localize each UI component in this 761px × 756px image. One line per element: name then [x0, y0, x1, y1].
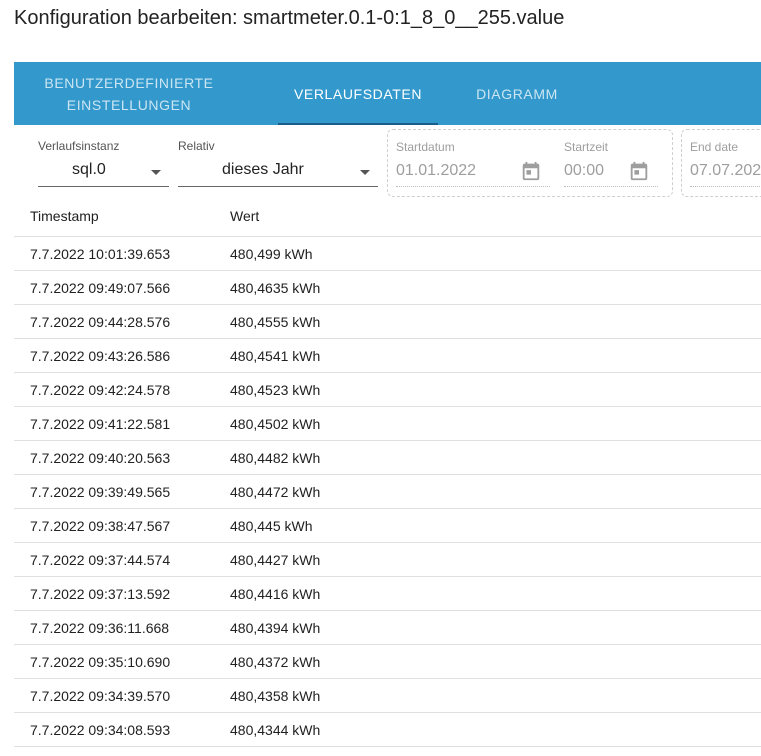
- calendar-icon[interactable]: [628, 160, 650, 182]
- timestamp-cell: 7.7.2022 09:44:28.576: [30, 314, 171, 330]
- column-header-timestamp[interactable]: Timestamp: [30, 208, 99, 224]
- tab-custom-settings-label: Benutzerdefinierte Einstellungen: [44, 74, 214, 113]
- table-header: Timestamp Wert: [14, 200, 761, 237]
- value-cell: 480,445 kWh: [230, 518, 313, 534]
- timestamp-cell: 7.7.2022 09:39:49.565: [30, 484, 171, 500]
- calendar-icon[interactable]: [520, 160, 542, 182]
- chevron-down-icon: [360, 170, 370, 175]
- relative-value: dieses Jahr: [222, 161, 304, 178]
- field-underline: [38, 186, 169, 187]
- value-cell: 480,4555 kWh: [230, 314, 321, 330]
- tab-history-data-label: Verlaufsdaten: [293, 85, 423, 102]
- start-date-input[interactable]: 01.01.2022: [396, 162, 476, 180]
- start-time-input[interactable]: 00:00: [564, 162, 604, 180]
- value-cell: 480,4427 kWh: [230, 552, 321, 568]
- value-cell: 480,4372 kWh: [230, 654, 321, 670]
- value-cell: 480,4472 kWh: [230, 484, 321, 500]
- value-cell: 480,499 kWh: [230, 246, 313, 262]
- table-row[interactable]: 7.7.2022 09:39:49.565 480,4472 kWh: [14, 475, 761, 509]
- value-cell: 480,4358 kWh: [230, 688, 321, 704]
- table-row[interactable]: 7.7.2022 09:41:22.581 480,4502 kWh: [14, 407, 761, 441]
- timestamp-cell: 7.7.2022 09:49:07.566: [30, 280, 171, 296]
- history-table: Timestamp Wert 7.7.2022 10:01:39.653 480,…: [14, 200, 761, 747]
- value-cell: 480,4394 kWh: [230, 620, 321, 636]
- end-date-input[interactable]: 07.07.2022: [690, 162, 761, 180]
- table-body: 7.7.2022 10:01:39.653 480,499 kWh 7.7.2022…: [14, 237, 761, 747]
- end-date-underline: [690, 186, 761, 188]
- start-time-underline: [564, 186, 658, 188]
- timestamp-cell: 7.7.2022 09:38:47.567: [30, 518, 171, 534]
- value-cell: 480,4541 kWh: [230, 348, 321, 364]
- timestamp-cell: 7.7.2022 09:36:11.668: [30, 620, 170, 636]
- timestamp-cell: 7.7.2022 09:43:26.586: [30, 348, 171, 364]
- history-controls: Verlaufsinstanz sql.0 Relativ dieses Jah…: [14, 125, 761, 200]
- value-cell: 480,4344 kWh: [230, 722, 321, 738]
- table-row[interactable]: 7.7.2022 09:34:39.570 480,4358 kWh: [14, 679, 761, 713]
- timestamp-cell: 7.7.2022 09:42:24.578: [30, 382, 171, 398]
- timestamp-cell: 7.7.2022 09:34:39.570: [30, 688, 171, 704]
- tab-custom-settings[interactable]: Benutzerdefinierte Einstellungen: [44, 62, 213, 125]
- tab-history-data[interactable]: Verlaufsdaten: [278, 62, 438, 125]
- table-row[interactable]: 7.7.2022 09:43:26.586 480,4541 kWh: [14, 339, 761, 373]
- field-underline: [178, 186, 378, 187]
- history-instance-label: Verlaufsinstanz: [38, 139, 120, 153]
- value-cell: 480,4635 kWh: [230, 280, 321, 296]
- relative-select[interactable]: Relativ dieses Jahr: [178, 125, 378, 200]
- tab-diagram[interactable]: Diagramm: [464, 62, 570, 125]
- timestamp-cell: 7.7.2022 09:34:08.593: [30, 722, 171, 738]
- table-row[interactable]: 7.7.2022 09:42:24.578 480,4523 kWh: [14, 373, 761, 407]
- start-date-underline: [396, 186, 550, 188]
- chevron-down-icon: [151, 170, 161, 175]
- timestamp-cell: 7.7.2022 10:01:39.653: [30, 246, 171, 262]
- value-cell: 480,4502 kWh: [230, 416, 321, 432]
- page-title: Konfiguration bearbeiten: smartmeter.0.1…: [14, 7, 565, 29]
- value-cell: 480,4482 kWh: [230, 450, 321, 466]
- table-row[interactable]: 7.7.2022 09:44:28.576 480,4555 kWh: [14, 305, 761, 339]
- start-datetime-group: Startdatum 01.01.2022 Startzeit 00:00: [387, 129, 673, 197]
- table-row[interactable]: 7.7.2022 09:34:08.593 480,4344 kWh: [14, 713, 761, 747]
- tab-bar: Benutzerdefinierte Einstellungen Verlauf…: [14, 62, 761, 125]
- timestamp-cell: 7.7.2022 09:41:22.581: [30, 416, 171, 432]
- table-row[interactable]: 7.7.2022 09:38:47.567 480,445 kWh: [14, 509, 761, 543]
- history-instance-value: sql.0: [72, 161, 106, 178]
- table-row[interactable]: 7.7.2022 10:01:39.653 480,499 kWh: [14, 237, 761, 271]
- end-datetime-group: End date 07.07.2022: [681, 129, 761, 197]
- start-date-label: Startdatum: [396, 140, 455, 154]
- table-row[interactable]: 7.7.2022 09:37:13.592 480,4416 kWh: [14, 577, 761, 611]
- relative-label: Relativ: [178, 139, 215, 153]
- end-date-label: End date: [690, 140, 739, 154]
- timestamp-cell: 7.7.2022 09:37:13.592: [30, 586, 171, 602]
- timestamp-cell: 7.7.2022 09:35:10.690: [30, 654, 171, 670]
- timestamp-cell: 7.7.2022 09:37:44.574: [30, 552, 171, 568]
- table-row[interactable]: 7.7.2022 09:36:11.668 480,4394 kWh: [14, 611, 761, 645]
- start-time-label: Startzeit: [564, 140, 609, 154]
- value-cell: 480,4523 kWh: [230, 382, 321, 398]
- value-cell: 480,4416 kWh: [230, 586, 321, 602]
- history-instance-select[interactable]: Verlaufsinstanz sql.0: [38, 125, 169, 200]
- timestamp-cell: 7.7.2022 09:40:20.563: [30, 450, 171, 466]
- table-row[interactable]: 7.7.2022 09:35:10.690 480,4372 kWh: [14, 645, 761, 679]
- table-row[interactable]: 7.7.2022 09:40:20.563 480,4482 kWh: [14, 441, 761, 475]
- tab-diagram-label: Diagramm: [476, 85, 558, 102]
- table-row[interactable]: 7.7.2022 09:37:44.574 480,4427 kWh: [14, 543, 761, 577]
- column-header-value[interactable]: Wert: [230, 208, 259, 224]
- table-row[interactable]: 7.7.2022 09:49:07.566 480,4635 kWh: [14, 271, 761, 305]
